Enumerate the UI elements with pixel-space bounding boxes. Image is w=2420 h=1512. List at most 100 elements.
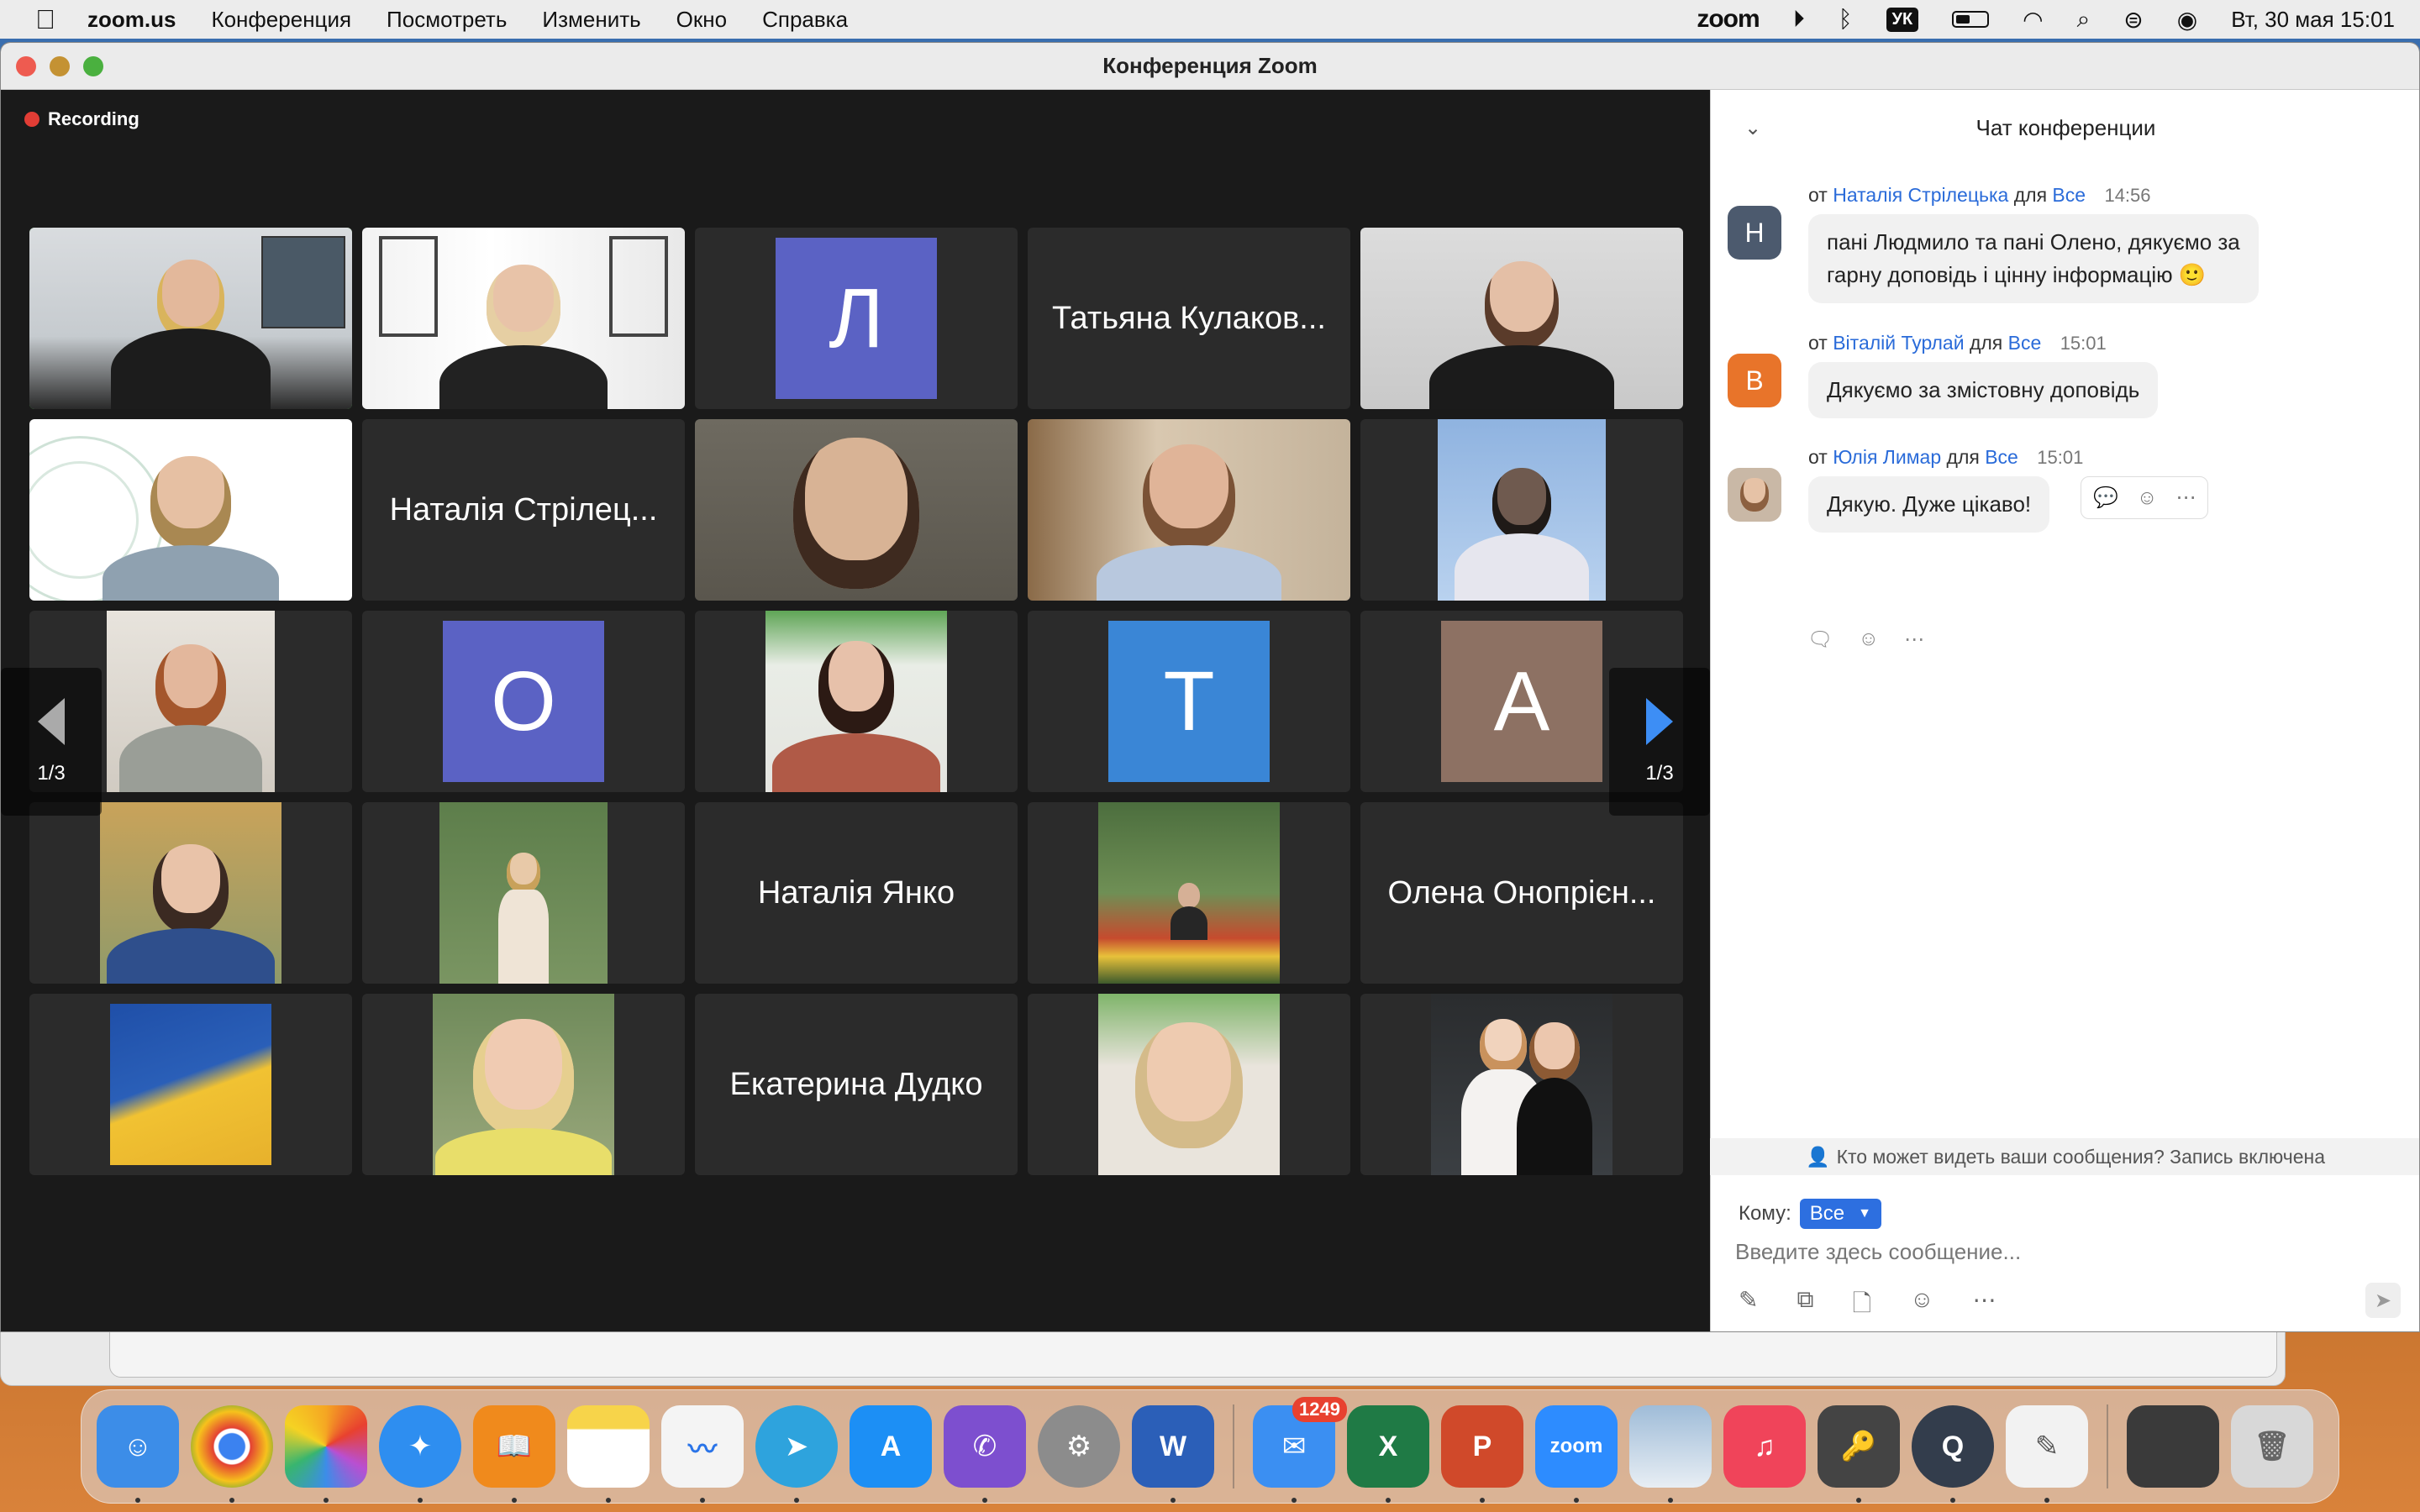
dock-finder[interactable]: ☺ bbox=[97, 1405, 179, 1503]
avatar-photo bbox=[1740, 478, 1769, 512]
sender-avatar[interactable]: В bbox=[1728, 354, 1781, 407]
file-icon[interactable]: 🗋 bbox=[1852, 1286, 1871, 1326]
dock-chrome[interactable] bbox=[191, 1405, 273, 1503]
battery-icon[interactable] bbox=[1952, 11, 1990, 28]
more-icon[interactable]: ⋯ bbox=[1973, 1286, 1996, 1326]
minimize-window-button[interactable] bbox=[50, 55, 70, 76]
add-reaction-icon[interactable]: ☺ bbox=[2137, 486, 2158, 510]
dock-textedit[interactable]: ✎ bbox=[2006, 1405, 2088, 1503]
participant-tile[interactable] bbox=[362, 228, 685, 409]
sender-avatar[interactable] bbox=[1728, 468, 1781, 522]
dock-system-settings[interactable]: ⚙ bbox=[1038, 1405, 1120, 1488]
menu-conference[interactable]: Конференция bbox=[211, 7, 351, 33]
next-page-button[interactable]: 1/3 bbox=[1609, 668, 1710, 816]
participant-tile[interactable] bbox=[362, 994, 685, 1175]
participant-tile[interactable] bbox=[29, 419, 352, 601]
zoom-status-item[interactable]: zoom bbox=[1697, 5, 1760, 34]
recipient-name[interactable]: Все bbox=[1985, 446, 2018, 468]
dock-excel[interactable]: X bbox=[1347, 1405, 1429, 1503]
wifi-icon[interactable]: ◠ bbox=[2023, 6, 2043, 34]
dock-zoom[interactable]: zoom bbox=[1535, 1405, 1618, 1503]
dock-screenshot[interactable] bbox=[2127, 1405, 2219, 1488]
dock-powerpoint[interactable]: P bbox=[1441, 1405, 1523, 1503]
send-button[interactable]: ➤ bbox=[2365, 1283, 2401, 1318]
participant-tile[interactable] bbox=[695, 419, 1018, 601]
message-text: пані Людмило та пані Олено, дякуємо за bbox=[1827, 229, 2240, 255]
search-icon[interactable]: ⌕ bbox=[2077, 6, 2091, 34]
format-icon[interactable]: ✎ bbox=[1739, 1286, 1758, 1326]
reply-icon[interactable]: 💬 bbox=[2093, 486, 2118, 510]
participant-tile[interactable]: О bbox=[362, 611, 685, 792]
message-input[interactable] bbox=[1735, 1231, 2391, 1273]
dock-keychain[interactable]: 🔑 bbox=[1818, 1405, 1900, 1503]
dock-quicktime[interactable]: Q bbox=[1912, 1405, 1994, 1503]
dock-trash[interactable]: 🗑 bbox=[2231, 1405, 2313, 1488]
fullscreen-window-button[interactable] bbox=[83, 55, 103, 76]
menu-app-name[interactable]: zoom.us bbox=[87, 7, 176, 33]
sender-name[interactable]: Віталій Турлай bbox=[1833, 332, 1964, 354]
close-window-button[interactable] bbox=[16, 55, 36, 76]
dock-word[interactable]: W bbox=[1132, 1405, 1214, 1503]
more-icon[interactable]: ⋯ bbox=[2175, 486, 2196, 510]
participant-tile[interactable] bbox=[29, 994, 352, 1175]
participant-tile[interactable] bbox=[29, 802, 352, 984]
chevron-down-icon[interactable]: ⌄ bbox=[1744, 116, 1761, 140]
dock-telegram[interactable]: ➤ bbox=[755, 1405, 838, 1503]
menu-window[interactable]: Окно bbox=[676, 7, 727, 33]
participant-tile[interactable]: Т bbox=[1028, 611, 1350, 792]
emoji-icon[interactable]: ☺ bbox=[1910, 1286, 1934, 1326]
apple-icon[interactable]:  bbox=[29, 4, 62, 35]
add-reaction-icon[interactable]: ☺ bbox=[1858, 627, 1879, 652]
participant-tile[interactable] bbox=[1360, 994, 1683, 1175]
menu-edit[interactable]: Изменить bbox=[542, 7, 640, 33]
message-meta: от Юлія Лимар для Все 15:01 bbox=[1808, 446, 2083, 469]
play-icon[interactable]: ⏵ bbox=[1793, 6, 1805, 34]
previous-page-button[interactable]: 1/3 bbox=[1, 668, 102, 816]
recipient-select[interactable]: Все ▼ bbox=[1799, 1199, 1881, 1229]
for-word: для bbox=[2013, 184, 2048, 206]
dock-music[interactable]: ♫ bbox=[1723, 1405, 1806, 1488]
recipient-name[interactable]: Все bbox=[2008, 332, 2042, 354]
recording-indicator[interactable]: Recording bbox=[24, 108, 139, 130]
screenshot-icon[interactable]: ⧉ bbox=[1797, 1286, 1813, 1326]
participant-tile[interactable] bbox=[1028, 802, 1350, 984]
recording-label: Recording bbox=[48, 108, 139, 129]
keyboard-layout-badge[interactable]: УК bbox=[1886, 7, 1919, 32]
participant-tile[interactable] bbox=[1028, 994, 1350, 1175]
dock-notes[interactable] bbox=[567, 1405, 650, 1503]
dock-photos[interactable] bbox=[285, 1405, 367, 1503]
menu-view[interactable]: Посмотреть bbox=[387, 7, 507, 33]
sender-name[interactable]: Юлія Лимар bbox=[1833, 446, 1941, 468]
control-center-icon[interactable]: ⊜ bbox=[2123, 6, 2143, 34]
message-time: 15:01 bbox=[2060, 333, 2107, 354]
menu-datetime[interactable]: Вт, 30 мая 15:01 bbox=[2231, 7, 2395, 33]
dock-books[interactable]: 📖 bbox=[473, 1405, 555, 1503]
sender-avatar[interactable]: Н bbox=[1728, 206, 1781, 260]
participant-tile[interactable]: Л bbox=[695, 228, 1018, 409]
bluetooth-icon[interactable]: ᛒ bbox=[1839, 6, 1853, 33]
dock-freeform[interactable]: 〰 bbox=[661, 1405, 744, 1503]
more-icon[interactable]: ⋯ bbox=[1904, 627, 1924, 652]
participant-tile[interactable] bbox=[362, 802, 685, 984]
participant-tile[interactable] bbox=[1360, 419, 1683, 601]
reply-icon[interactable]: 🗨 bbox=[1807, 627, 1833, 652]
participant-tile[interactable]: Наталія Стрілец... bbox=[362, 419, 685, 601]
participant-tile[interactable] bbox=[695, 611, 1018, 792]
menu-help[interactable]: Справка bbox=[762, 7, 848, 33]
participant-tile[interactable]: Екатерина Дудко bbox=[695, 994, 1018, 1175]
sender-name[interactable]: Наталія Стрілецька bbox=[1833, 184, 2008, 206]
participant-tile[interactable]: Наталія Янко bbox=[695, 802, 1018, 984]
dock-app-store[interactable]: A bbox=[850, 1405, 932, 1488]
recipient-name[interactable]: Все bbox=[2052, 184, 2086, 206]
participant-tile[interactable]: Татьяна Кулаков... bbox=[1028, 228, 1350, 409]
participant-tile[interactable] bbox=[29, 228, 352, 409]
dock-safari[interactable]: ✦ bbox=[379, 1405, 461, 1503]
visibility-notice[interactable]: 👤 Кто может видеть ваши сообщения? Запис… bbox=[1710, 1138, 2419, 1175]
participant-tile[interactable] bbox=[1028, 419, 1350, 601]
dock-preview[interactable] bbox=[1629, 1405, 1712, 1503]
dock-viber[interactable]: ✆ bbox=[944, 1405, 1026, 1503]
participant-tile[interactable] bbox=[1360, 228, 1683, 409]
participant-tile[interactable]: Олена Онопрієн... bbox=[1360, 802, 1683, 984]
dock-mail[interactable]: ✉ 1249 bbox=[1253, 1397, 1347, 1503]
siri-icon[interactable]: ◉ bbox=[2177, 6, 2197, 34]
